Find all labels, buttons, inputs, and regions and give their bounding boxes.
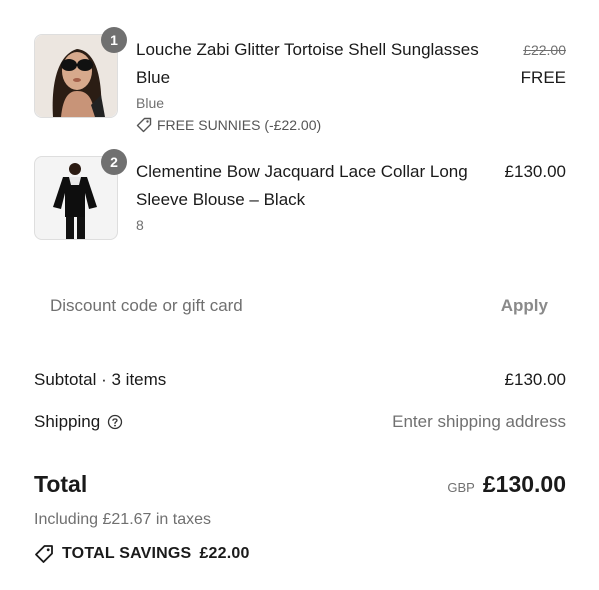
discount-tag: FREE SUNNIES (-£22.00) <box>136 116 516 134</box>
subtotal-label: Subtotal · 3 items <box>34 370 167 389</box>
shipping-row: Shipping Enter shipping address <box>34 410 566 434</box>
total-row: Total GBP £130.00 <box>34 468 566 500</box>
discount-code-input[interactable] <box>34 296 430 316</box>
total-savings: TOTAL SAVINGS £22.00 <box>34 544 250 564</box>
discount-code-row: Apply <box>34 284 566 328</box>
item-price: £130.00 <box>504 162 566 181</box>
product-title: Clementine Bow Jacquard Lace Collar Long… <box>136 162 468 209</box>
price-column: £22.00 FREE <box>521 36 566 92</box>
item-price: FREE <box>520 68 566 87</box>
quantity-badge: 1 <box>101 27 127 53</box>
tag-icon <box>35 545 53 563</box>
original-price: £22.00 <box>523 42 566 58</box>
product-info: Louche Zabi Glitter Tortoise Shell Sungl… <box>136 36 516 134</box>
currency-code: GBP <box>447 479 475 495</box>
quantity-badge: 2 <box>101 149 127 175</box>
tag-icon <box>136 117 152 133</box>
total-value: £130.00 <box>482 470 566 497</box>
discount-tag-label: FREE SUNNIES (-£22.00) <box>157 117 322 133</box>
total-amount-group: GBP £130.00 <box>447 471 566 498</box>
shipping-label-group: Shipping <box>34 412 123 432</box>
savings-label: TOTAL SAVINGS <box>62 545 192 562</box>
product-thumbnail: 2 <box>34 149 127 240</box>
price-column: £130.00 <box>505 158 566 186</box>
product-variant: 8 <box>136 217 144 233</box>
help-icon[interactable] <box>107 414 123 430</box>
taxes-note: Including £21.67 in taxes <box>34 511 212 528</box>
total-label: Total <box>34 470 88 497</box>
shipping-label: Shipping <box>34 412 101 431</box>
taxes-row: Including £21.67 in taxes <box>34 508 566 532</box>
apply-discount-button[interactable]: Apply <box>501 296 566 316</box>
subtotal-value: £130.00 <box>504 370 566 389</box>
subtotal-row: Subtotal · 3 items £130.00 <box>34 368 566 392</box>
savings-value: £22.00 <box>199 545 250 562</box>
product-title: Louche Zabi Glitter Tortoise Shell Sungl… <box>136 40 479 87</box>
product-info: Clementine Bow Jacquard Lace Collar Long… <box>136 158 516 234</box>
product-thumbnail: 1 <box>34 27 127 118</box>
product-variant: Blue <box>136 95 165 111</box>
shipping-value: Enter shipping address <box>392 412 566 431</box>
